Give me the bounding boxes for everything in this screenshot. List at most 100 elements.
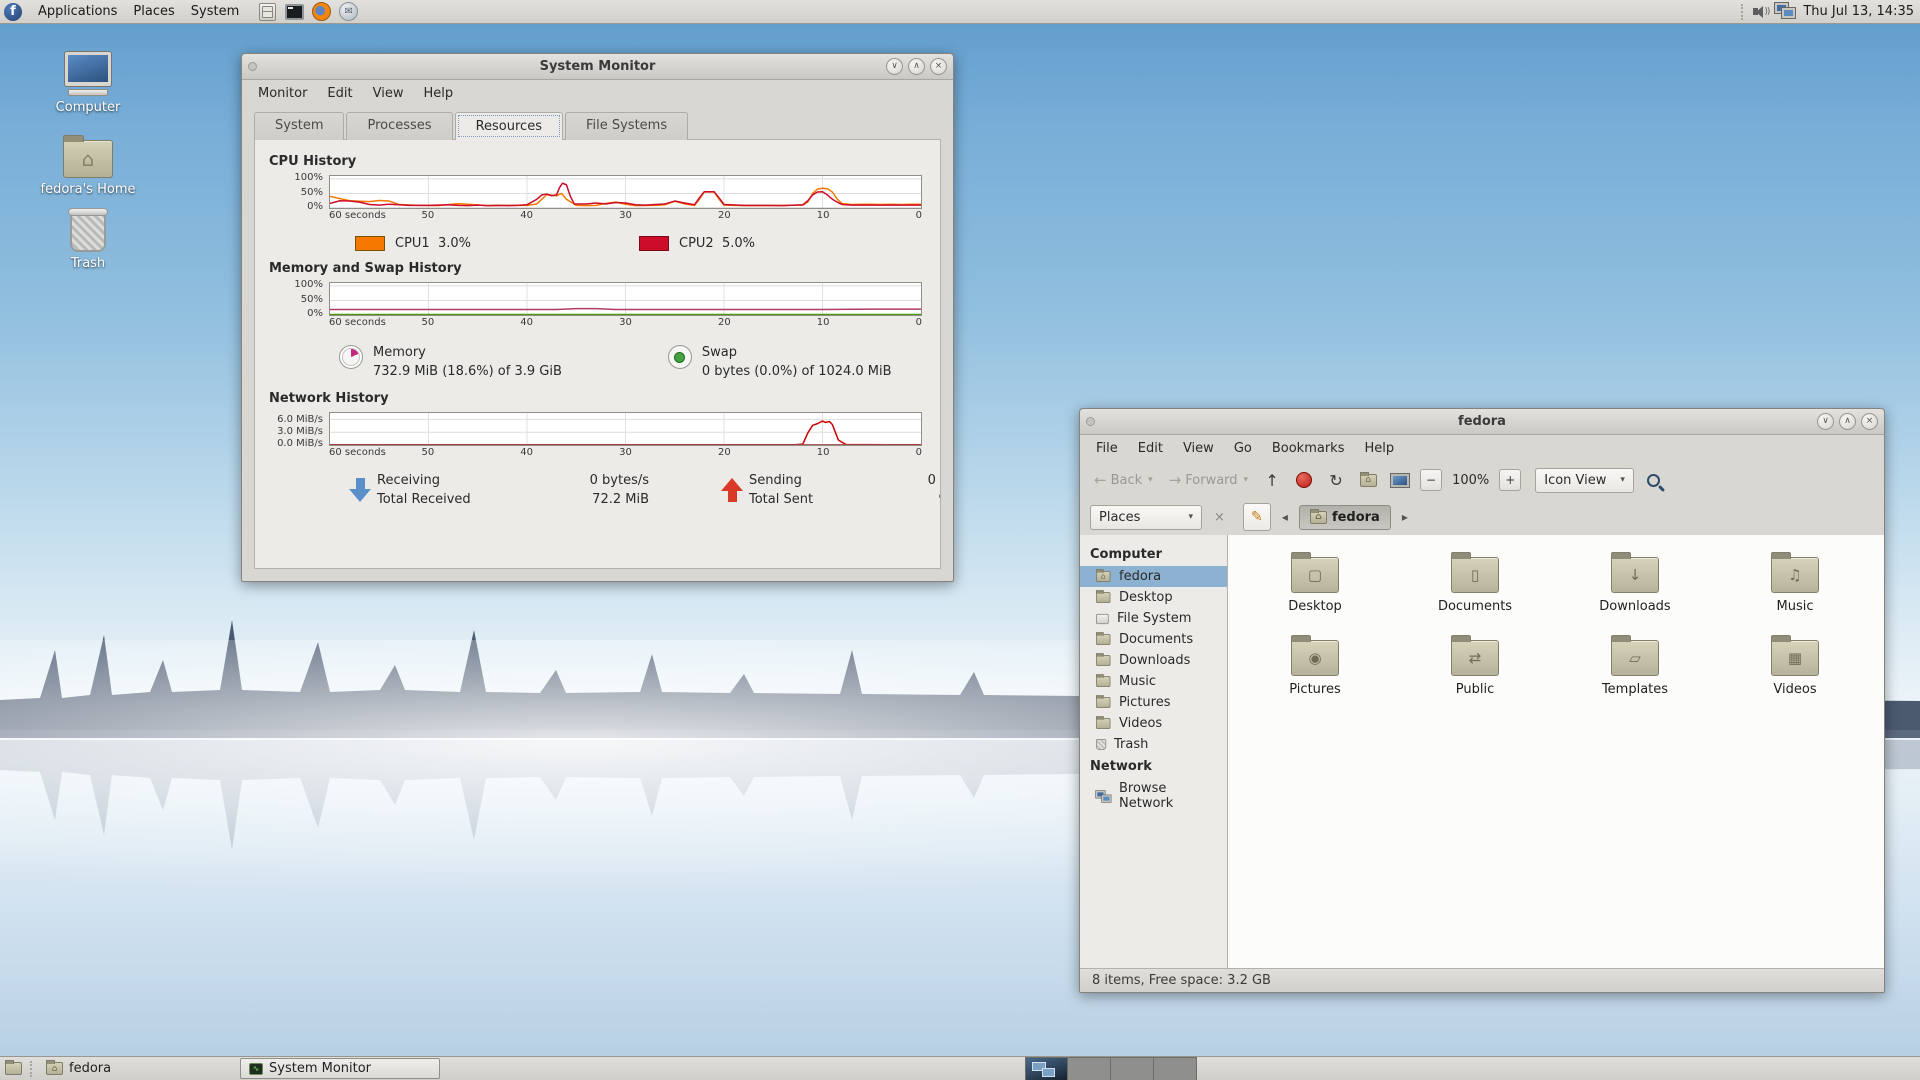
sidebar-item-videos[interactable]: Videos [1080,713,1227,734]
view-mode-select[interactable]: Icon View ▾ [1535,467,1634,493]
firefox-launcher[interactable] [311,1,332,22]
arrow-head [721,478,743,491]
minimize-button[interactable]: ∨ [886,58,903,75]
sm-tab-strip: System Processes Resources File Systems [254,112,953,140]
workspace-4[interactable] [1154,1057,1197,1080]
sidebar-item-trash[interactable]: Trash [1080,734,1227,755]
task-button-system-monitor[interactable]: ∿ System Monitor [240,1058,440,1079]
workspace-2[interactable] [1068,1057,1111,1080]
menu-applications[interactable]: Applications [30,2,125,21]
maximize-button[interactable]: ∧ [1839,413,1856,430]
menu-edit[interactable]: Edit [1130,438,1171,459]
swap-dot-icon[interactable] [667,345,692,369]
menu-help[interactable]: Help [1356,438,1402,459]
sidebar-item-documents[interactable]: Documents [1080,629,1227,650]
workspace-3[interactable] [1111,1057,1154,1080]
zoom-in-icon: + [1505,473,1516,487]
show-desktop-button[interactable] [0,1058,26,1080]
file-item-public[interactable]: ⇄ Public [1400,635,1550,697]
edit-location-button[interactable]: ✎ [1242,503,1271,531]
back-button[interactable]: ← Back ▾ [1090,468,1157,492]
cpu-graph-block: 100% 50% 0% 60 seconds 50 40 30 20 10 0 [294,172,922,224]
file-item-videos[interactable]: ▦ Videos [1720,635,1870,697]
file-item-desktop[interactable]: ▢ Desktop [1240,552,1390,614]
sidebar-item-fedora[interactable]: ⌂ fedora [1080,566,1227,587]
terminal-launcher[interactable] [284,1,305,22]
clock[interactable]: Thu Jul 13, 14:35 [1803,4,1916,19]
tab-system[interactable]: System [254,112,345,140]
network-status-icon[interactable] [1775,3,1797,20]
search-button[interactable] [1642,467,1666,493]
cpu1-swatch[interactable] [355,236,385,251]
menu-monitor[interactable]: Monitor [250,83,315,104]
file-item-documents[interactable]: ▯ Documents [1400,552,1550,614]
sidebar-item-music[interactable]: Music [1080,671,1227,692]
workspace-window-thumb [1042,1068,1055,1077]
memory-xticks: 60 seconds 50 40 30 20 10 0 [329,316,922,331]
file-item-music[interactable]: ♫ Music [1720,552,1870,614]
mail-launcher[interactable]: ✉ [338,1,359,22]
forward-history-caret[interactable]: ▾ [1244,475,1249,485]
stop-button[interactable] [1292,467,1316,493]
sm-titlebar[interactable]: System Monitor ∨ ∧ × [242,54,953,80]
zoom-out-button[interactable]: − [1420,469,1443,491]
cpu2-swatch[interactable] [639,236,669,251]
videos-folder-icon [1096,716,1111,730]
file-item-templates[interactable]: ▱ Templates [1560,635,1710,697]
menu-places[interactable]: Places [125,2,182,21]
workspace-1[interactable] [1025,1057,1068,1080]
file-item-downloads[interactable]: ↓ Downloads [1560,552,1710,614]
xtick: 20 [717,210,731,221]
menu-bookmarks[interactable]: Bookmarks [1264,438,1353,459]
reload-button[interactable]: ↻ [1324,467,1348,493]
breadcrumb-left-button[interactable]: ◂ [1277,506,1293,528]
zoom-in-button[interactable]: + [1499,469,1522,491]
close-button[interactable]: × [930,58,947,75]
menu-view[interactable]: View [365,83,412,104]
file-item-pictures[interactable]: ◉ Pictures [1240,635,1390,697]
fedora-menu-icon[interactable]: f [4,2,22,21]
desktop-icon-computer[interactable]: Computer [23,52,153,115]
close-button[interactable]: × [1861,413,1878,430]
menu-view[interactable]: View [1175,438,1222,459]
xtick: 40 [520,210,534,221]
menu-system[interactable]: System [183,2,247,21]
sidebar-item-browse-network[interactable]: Browse Network [1080,778,1227,814]
tab-processes[interactable]: Processes [346,112,453,140]
menu-help[interactable]: Help [415,83,461,104]
sidebar-item-downloads[interactable]: Downloads [1080,650,1227,671]
desktop-icon-home[interactable]: ⌂ fedora's Home [23,135,153,197]
minimize-button[interactable]: ∨ [1817,413,1834,430]
tab-file-systems[interactable]: File Systems [564,112,689,140]
swap-text: Swap 0 bytes (0.0%) of 1024.0 MiB [701,345,892,379]
menu-go[interactable]: Go [1226,438,1260,459]
desktop-icon-trash[interactable]: Trash [23,208,153,271]
fm-titlebar[interactable]: fedora ∨ ∧ × [1080,409,1884,435]
sidebar-item-desktop[interactable]: Desktop [1080,587,1227,608]
breadcrumb-right-button[interactable]: ▸ [1397,506,1413,528]
tab-resources[interactable]: Resources [454,112,563,140]
fm-file-area[interactable]: ▢ Desktop ▯ Documents ↓ Downloads ♫ Musi… [1228,535,1884,968]
forward-button[interactable]: → Forward ▾ [1165,468,1252,492]
network-monitor-2 [1101,794,1111,802]
xtick: 0 [915,210,922,221]
up-button[interactable]: ↑ [1260,467,1284,493]
xtick: 50 [421,447,435,458]
reload-icon: ↻ [1329,470,1343,490]
computer-button[interactable] [1388,467,1412,493]
sidebar-mode-select[interactable]: Places ▾ [1090,504,1202,530]
volume-icon[interactable]: )) [1753,5,1770,18]
maximize-button[interactable]: ∧ [908,58,925,75]
back-history-caret[interactable]: ▾ [1148,475,1153,485]
memory-pie-icon[interactable] [339,345,363,369]
menu-file[interactable]: File [1088,438,1126,459]
file-manager-launcher[interactable] [257,1,278,22]
menu-edit[interactable]: Edit [319,83,360,104]
sidebar-item-pictures[interactable]: Pictures [1080,692,1227,713]
task-button-fedora[interactable]: ⌂ fedora [38,1058,238,1079]
home-button[interactable]: ⌂ [1356,467,1380,493]
sidebar-item-file-system[interactable]: File System [1080,608,1227,629]
cpu2-label: CPU2 5.0% [679,236,755,251]
close-sidebar-button[interactable]: × [1208,508,1231,527]
breadcrumb-fedora[interactable]: ⌂ fedora [1298,504,1391,530]
